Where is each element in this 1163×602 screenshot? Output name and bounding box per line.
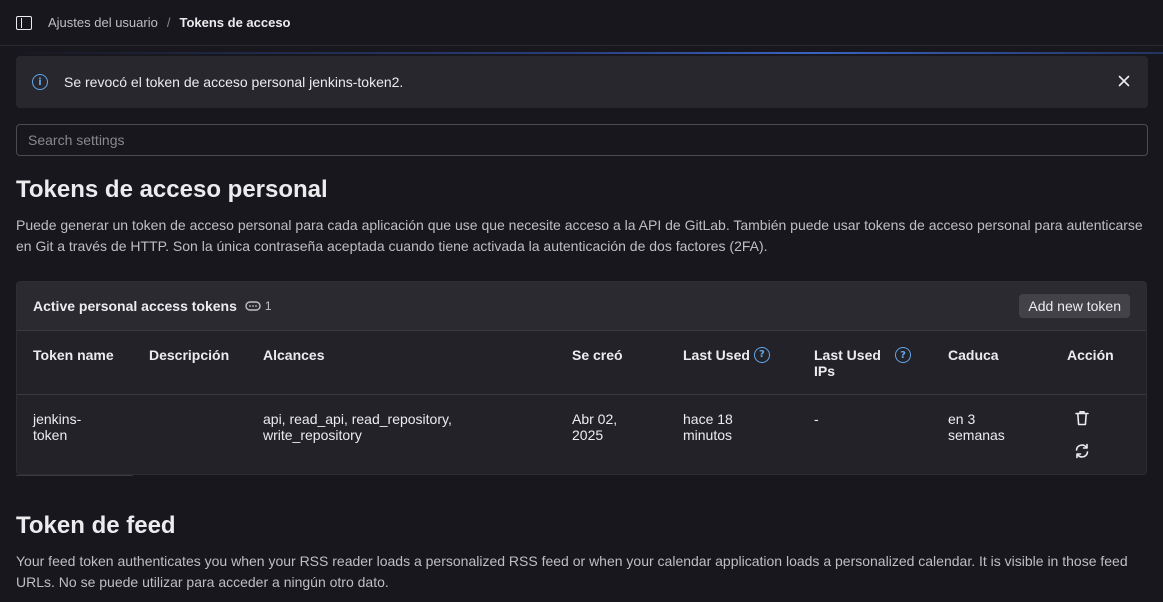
token-scopes-cell: api, read_api, read_repository, write_re… [263,411,452,443]
active-tokens-card: Active personal access tokens 1 Add new … [16,281,1147,475]
token-created-cell: Abr 02, 2025 [572,411,618,443]
col-created[interactable]: Se creó [572,347,623,363]
col-action: Acción [1067,347,1114,363]
col-last-used[interactable]: Last Used ? [683,347,770,363]
feed-section-description: Your feed token authenticates you when y… [16,553,1128,590]
token-count: 1 [264,299,272,313]
close-icon[interactable] [1116,73,1132,89]
trash-icon[interactable] [1073,409,1091,427]
help-icon[interactable]: ? [753,347,770,363]
col-description[interactable]: Descripción [149,347,229,363]
pat-section-title: Tokens de acceso personal [16,176,328,203]
feed-section-title: Token de feed [16,512,176,539]
alert-message: Se revocó el token de acceso personal je… [64,74,404,90]
col-expires[interactable]: Caduca [948,347,999,363]
token-icon [245,301,261,311]
card-title: Active personal access tokens [33,298,237,314]
rotate-icon[interactable] [1073,442,1091,460]
col-last-used-ips[interactable]: Last Used IPs [814,347,886,379]
token-last-used-cell: hace 18 minutos [683,411,733,443]
col-scopes[interactable]: Alcances [263,347,324,363]
breadcrumb-separator: / [166,15,171,30]
add-new-token-button[interactable]: Add new token [1019,294,1130,318]
top-bar: Ajustes del usuario / Tokens de acceso [0,0,1163,46]
token-last-used-ips-cell: - [814,411,819,427]
token-name-cell: jenkins-token [33,411,82,443]
card-header: Active personal access tokens 1 Add new … [17,282,1146,331]
breadcrumb: Ajustes del usuario / Tokens de acceso [48,15,291,30]
col-token-name[interactable]: Token name [33,347,114,363]
sidebar-toggle-icon[interactable] [16,15,32,30]
breadcrumb-current[interactable]: Tokens de acceso [179,15,290,30]
help-icon[interactable]: ? [895,347,911,363]
info-icon: i [32,74,48,90]
table-scroll-indicator [16,475,133,476]
col-last-used-label: Last Used [683,347,750,363]
search-settings-input[interactable] [16,124,1148,156]
row-divider [17,394,1146,395]
breadcrumb-user-settings[interactable]: Ajustes del usuario [48,15,158,30]
token-expires-cell: en 3 semanas [948,411,1005,443]
pat-section-description: Puede generar un token de acceso persona… [16,217,1143,254]
revoked-token-alert: i Se revocó el token de acceso personal … [16,56,1148,108]
top-accent-line [0,52,1163,54]
